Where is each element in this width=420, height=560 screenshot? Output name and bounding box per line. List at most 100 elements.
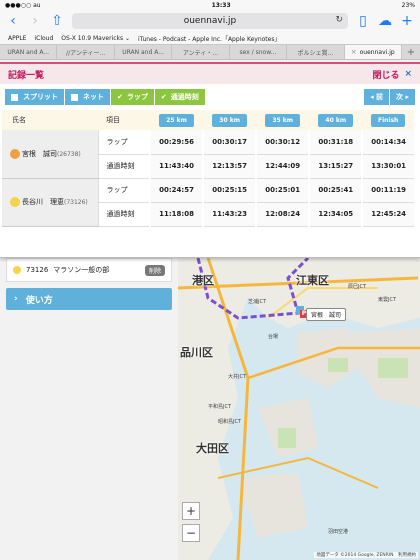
url-field[interactable]: ouennavi.jp ↻ <box>72 13 348 29</box>
browser-tab[interactable]: URAN and A... <box>115 45 173 59</box>
row-label: 通過時刻 <box>97 202 150 227</box>
map-attribution: 地図データ ©2014 Google, ZENRIN 利用規約 <box>314 552 418 558</box>
name-header: 氏名 <box>2 110 98 130</box>
ward-label: 品川区 <box>180 346 213 359</box>
clock: 13:33 <box>211 1 231 9</box>
time-cell: 13:15:27 <box>308 154 363 179</box>
map-view[interactable]: 港区 江東区 品川区 大田区 辰巳JCT 東雲JCT 芝浦JCT 台場 大井JC… <box>178 258 420 560</box>
delete-button[interactable]: 削除 <box>144 264 165 276</box>
next-button[interactable]: 次 ▸ <box>390 89 415 105</box>
table-row: 長谷川 理恵(73126) ラップ 00:24:57 00:25:15 00:2… <box>2 178 414 227</box>
checkpoint-button[interactable]: 35 km <box>265 113 301 127</box>
bookmarks-bar: APPLE iCloud OS-X 10.9 Mavericks ⌄ iTune… <box>0 32 420 44</box>
net-toggle[interactable]: ネット <box>65 89 111 105</box>
forward-icon[interactable]: › <box>28 14 42 28</box>
add-tab-icon[interactable]: + <box>402 45 420 59</box>
prev-button[interactable]: ◂ 前 <box>364 89 390 105</box>
split-toggle[interactable]: スプリット <box>5 89 65 105</box>
checkpoint-header[interactable]: 35 km <box>256 110 310 130</box>
new-tab-icon[interactable]: + <box>400 14 414 28</box>
time-cell: 00:11:19 <box>361 178 414 203</box>
back-icon[interactable]: ‹ <box>6 14 20 28</box>
time-cell: 00:25:41 <box>308 178 363 203</box>
runner-color-dot <box>13 266 21 274</box>
map-label: 昭和島JCT <box>218 419 242 425</box>
checkpoint-header[interactable]: 25 km <box>150 110 204 130</box>
runner-name: 長谷川 理恵 <box>22 198 64 206</box>
time-cell: 00:25:15 <box>202 178 257 203</box>
bookmark-item[interactable]: APPLE <box>8 35 26 42</box>
share-icon[interactable]: ⇧ <box>50 14 64 28</box>
checkpoint-button[interactable]: 25 km <box>159 113 194 127</box>
time-cell: 11:43:40 <box>148 154 204 179</box>
time-cell: 13:30:01 <box>361 154 414 179</box>
panel-title: 記録一覧 <box>8 70 45 81</box>
map-label: 辰巳JCT <box>348 284 367 290</box>
browser-tab[interactable]: //アンティー... <box>57 45 115 59</box>
runner-name-cell[interactable]: 長谷川 理恵(73126) <box>2 178 98 227</box>
chevron-right-icon: › <box>14 294 18 304</box>
howto-label: 使い方 <box>25 295 53 306</box>
zoom-out-button[interactable]: − <box>182 524 200 542</box>
bookmark-item[interactable]: iTunes - Podcast - Apple Inc.「Apple Keyn… <box>138 34 280 43</box>
tab-label: ポルシェ賞... <box>297 49 334 57</box>
item-header: 項目 <box>98 110 150 130</box>
ward-label: 大田区 <box>196 442 229 455</box>
panel-header: 記録一覧 閉じる × <box>0 62 420 84</box>
tab-label: URAN and A... <box>122 48 164 56</box>
split-label: スプリット <box>23 93 58 101</box>
url-text: ouennavi.jp <box>183 16 237 26</box>
lap-toggle[interactable]: ✔ ラップ <box>111 89 155 105</box>
lap-label: ラップ <box>126 93 148 101</box>
checkpoint-header[interactable]: 30 km <box>203 110 257 130</box>
close-button[interactable]: 閉じる × <box>372 68 412 81</box>
time-cell: 11:43:23 <box>202 202 257 227</box>
zoom-in-button[interactable]: + <box>182 502 200 520</box>
time-cell: 00:31:18 <box>308 130 363 155</box>
map-label: 平和島JCT <box>208 404 232 410</box>
map-label: 芝浦JCT <box>248 299 267 305</box>
checkpoint-button[interactable]: 40 km <box>318 113 354 127</box>
pass-time-toggle[interactable]: ✔ 通過時刻 <box>154 89 206 105</box>
runner-name-cell[interactable]: 宮根 誠司(26738) <box>2 130 98 179</box>
check-icon: ✔ <box>117 93 123 101</box>
time-cell: 12:13:57 <box>202 154 257 179</box>
table-row: 宮根 誠司(26738) ラップ 00:29:56 00:30:17 00:30… <box>2 130 414 179</box>
checkpoint-button[interactable]: 30 km <box>212 113 247 127</box>
checkpoint-header[interactable]: 40 km <box>309 110 363 130</box>
close-tab-icon[interactable]: × <box>351 48 357 56</box>
reload-icon[interactable]: ↻ <box>335 15 343 25</box>
browser-toolbar: ‹ › ⇧ ouennavi.jp ↻ ▯ ☁ + <box>0 10 420 32</box>
browser-tab[interactable]: アンティ・... <box>172 45 230 59</box>
tab-label: sex / snow... <box>239 48 277 56</box>
checkpoint-button[interactable]: Finish <box>370 113 406 127</box>
runner-entry[interactable]: 73126 マラソン一般の部 削除 <box>6 258 172 282</box>
howto-button[interactable]: › 使い方 <box>6 288 172 310</box>
bookmark-item[interactable]: iCloud <box>34 35 53 42</box>
battery-label: 23% <box>401 1 415 9</box>
table-header-row: 氏名 項目 25 km 30 km 35 km 40 km Finish <box>2 110 414 130</box>
map-popup[interactable]: 宮根 誠司 <box>306 308 347 321</box>
browser-tab-active[interactable]: × ouennavi.jp <box>344 45 402 59</box>
bookmark-item[interactable]: OS-X 10.9 Mavericks ⌄ <box>61 35 130 42</box>
net-label: ネット <box>83 93 104 101</box>
tab-label: ouennavi.jp <box>359 48 395 56</box>
time-cell: 00:25:01 <box>255 178 310 203</box>
time-cell: 00:30:17 <box>202 130 257 155</box>
browser-tab[interactable]: sex / snow... <box>230 45 288 59</box>
browser-tab[interactable]: URAN and A... <box>0 45 58 59</box>
carrier-label: ●●●○○ au <box>5 1 41 9</box>
map-label: 台場 <box>268 334 279 340</box>
time-cell: 00:29:56 <box>148 130 204 155</box>
bookmarks-icon[interactable]: ▯ <box>356 14 370 28</box>
ward-label: 江東区 <box>296 274 329 287</box>
checkbox-icon <box>71 93 78 101</box>
cloud-tabs-icon[interactable]: ☁ <box>378 14 392 28</box>
runner-color-dot <box>10 197 20 207</box>
check-icon: ✔ <box>160 93 167 101</box>
tab-label: アンティ・... <box>182 49 219 57</box>
browser-tab[interactable]: ポルシェ賞... <box>287 45 345 59</box>
close-icon: × <box>404 69 412 79</box>
checkpoint-header[interactable]: Finish <box>362 110 414 130</box>
checkbox-icon <box>11 93 18 101</box>
